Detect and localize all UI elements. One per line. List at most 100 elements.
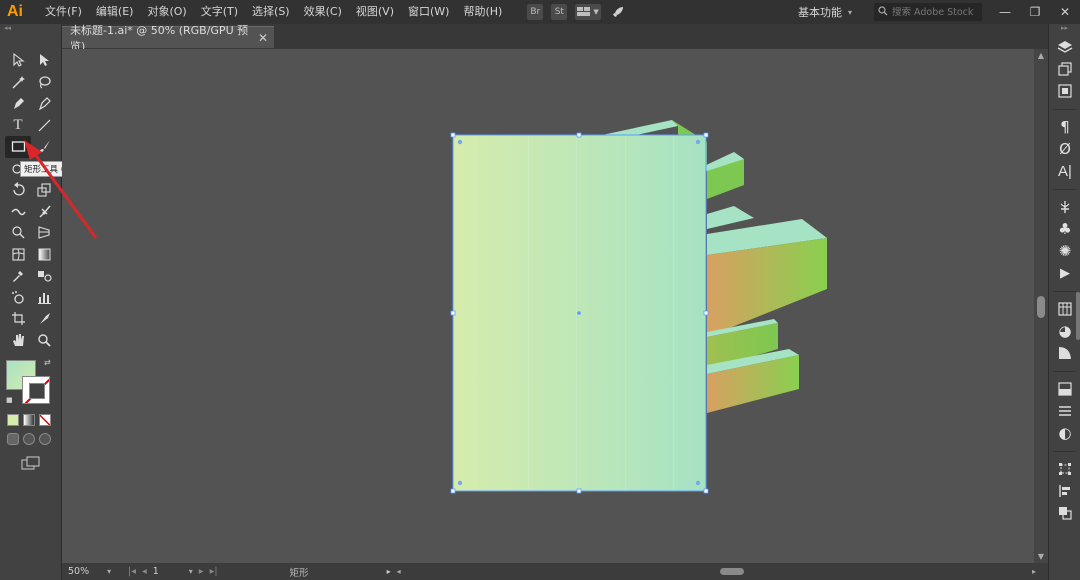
status-menu-icon[interactable]: ▸ (387, 567, 391, 576)
lasso-tool-icon[interactable] (31, 72, 57, 94)
rocket-icon[interactable] (609, 4, 627, 20)
swap-fill-stroke-icon[interactable]: ⇄ (44, 358, 51, 367)
prev-artboard-icon[interactable]: ◂ (142, 566, 147, 577)
appearance-icon[interactable]: ✺ (1049, 240, 1080, 262)
puppet-warp-tool-icon[interactable] (31, 201, 57, 223)
eyedropper-tool-icon[interactable] (5, 265, 31, 287)
rotate-tool-icon[interactable] (5, 179, 31, 201)
stroke-swatch[interactable] (22, 376, 50, 404)
pathfinder-icon[interactable] (1049, 502, 1080, 524)
stock-search[interactable] (874, 3, 982, 21)
type-tool-icon[interactable]: T (5, 115, 31, 137)
corner-widget[interactable] (457, 139, 463, 145)
vertical-scroll-thumb[interactable] (1037, 296, 1045, 318)
menu-help[interactable]: 帮助(H) (456, 0, 509, 24)
transform-icon[interactable] (1049, 458, 1080, 480)
align-icon[interactable] (1049, 480, 1080, 502)
panel-grip-icon[interactable]: ◂◂ (0, 24, 61, 34)
paragraph-icon[interactable]: ¶ (1049, 116, 1080, 138)
chevron-down-icon[interactable]: ▾ (107, 567, 111, 576)
menu-effect[interactable]: 效果(C) (297, 0, 349, 24)
color-icon[interactable]: ◐ (1049, 422, 1080, 444)
resize-handle[interactable] (450, 310, 456, 316)
selection-tool-icon[interactable] (5, 50, 31, 72)
mesh-tool-icon[interactable] (5, 244, 31, 266)
resize-handle[interactable] (703, 488, 709, 494)
pen-tool-icon[interactable] (5, 93, 31, 115)
hand-tool-icon[interactable] (5, 330, 31, 352)
scroll-down-icon[interactable]: ▼ (1034, 552, 1048, 561)
resize-handle[interactable] (450, 488, 456, 494)
gradient-icon[interactable] (1049, 342, 1080, 364)
menu-object[interactable]: 对象(O) (140, 0, 193, 24)
arrange-documents-icon[interactable]: ▼ (575, 4, 601, 20)
resize-handle[interactable] (450, 132, 456, 138)
none-mode-icon[interactable] (39, 414, 51, 426)
paintbrush-tool-icon[interactable] (31, 136, 57, 158)
vertical-scrollbar[interactable]: ▲ ▼ (1034, 49, 1048, 563)
draw-behind-icon[interactable] (23, 433, 35, 445)
close-window-icon[interactable]: ✕ (1050, 0, 1080, 24)
minimize-icon[interactable]: — (990, 0, 1020, 24)
libraries-icon[interactable] (1049, 80, 1080, 102)
character-icon[interactable]: A| (1049, 160, 1080, 182)
transparency-icon[interactable] (1049, 378, 1080, 400)
dock-scroll-thumb[interactable] (1076, 292, 1080, 340)
zoom-tool-icon[interactable] (31, 330, 57, 352)
brushes-icon[interactable]: ♣ (1049, 218, 1080, 240)
next-artboard-icon[interactable]: ▸ (199, 566, 204, 577)
gradient-mode-icon[interactable] (23, 414, 35, 426)
menu-select[interactable]: 选择(S) (245, 0, 297, 24)
default-fill-stroke-icon[interactable]: ■ (6, 396, 13, 404)
column-graph-tool-icon[interactable] (31, 287, 57, 309)
resize-handle[interactable] (703, 310, 709, 316)
workspace-switcher[interactable]: 基本功能 ▾ (798, 4, 852, 20)
artboard-number[interactable]: 1 (153, 566, 183, 577)
horizontal-scrollbar[interactable] (430, 567, 1030, 576)
canvas[interactable] (62, 49, 1034, 563)
resize-handle[interactable] (576, 488, 582, 494)
bridge-button[interactable]: Br (527, 4, 544, 20)
draw-inside-icon[interactable] (39, 433, 51, 445)
stroke-icon[interactable] (1049, 400, 1080, 422)
blend-tool-icon[interactable] (31, 265, 57, 287)
resize-handle[interactable] (703, 132, 709, 138)
document-tab[interactable]: 未标题-1.ai* @ 50% (RGB/GPU 预览) ✕ (62, 24, 274, 53)
corner-widget[interactable] (695, 139, 701, 145)
close-tab-icon[interactable]: ✕ (258, 31, 268, 45)
actions-icon[interactable]: ▶ (1049, 262, 1080, 284)
horizontal-scroll-thumb[interactable] (720, 568, 744, 575)
search-input[interactable] (892, 6, 982, 18)
shape-builder-tool-icon[interactable] (5, 222, 31, 244)
layers-icon[interactable] (1049, 36, 1080, 58)
rectangle-tool-icon[interactable] (5, 136, 31, 158)
artboards-icon[interactable] (1049, 58, 1080, 80)
artboard-tool-icon[interactable] (5, 308, 31, 330)
scroll-right-icon[interactable]: ▸ (1032, 567, 1036, 576)
screen-mode-icon[interactable] (21, 456, 41, 473)
restore-icon[interactable]: ❐ (1020, 0, 1050, 24)
direct-selection-tool-icon[interactable] (31, 50, 57, 72)
slice-tool-icon[interactable] (31, 308, 57, 330)
menu-file[interactable]: 文件(F) (38, 0, 89, 24)
gradient-tool-icon[interactable] (31, 244, 57, 266)
symbol-sprayer-tool-icon[interactable] (5, 287, 31, 309)
chevron-down-icon[interactable]: ▾ (189, 567, 193, 576)
draw-normal-icon[interactable] (7, 433, 19, 445)
last-artboard-icon[interactable]: ▸| (210, 566, 218, 577)
zoom-field[interactable]: 50% ▾ (62, 566, 118, 577)
resize-handle[interactable] (576, 132, 582, 138)
scroll-left-icon[interactable]: ◂ (397, 567, 401, 576)
symbols-icon[interactable] (1049, 196, 1080, 218)
perspective-grid-tool-icon[interactable] (31, 222, 57, 244)
corner-widget[interactable] (695, 480, 701, 486)
dock-grip-icon[interactable]: ▸▸ (1049, 24, 1080, 36)
magic-wand-tool-icon[interactable] (5, 72, 31, 94)
menu-edit[interactable]: 编辑(E) (89, 0, 141, 24)
menu-window[interactable]: 窗口(W) (401, 0, 456, 24)
menu-type[interactable]: 文字(T) (194, 0, 245, 24)
width-tool-icon[interactable] (5, 201, 31, 223)
corner-widget[interactable] (457, 480, 463, 486)
glyphs-icon[interactable]: Ø (1049, 138, 1080, 160)
scale-tool-icon[interactable] (31, 179, 57, 201)
